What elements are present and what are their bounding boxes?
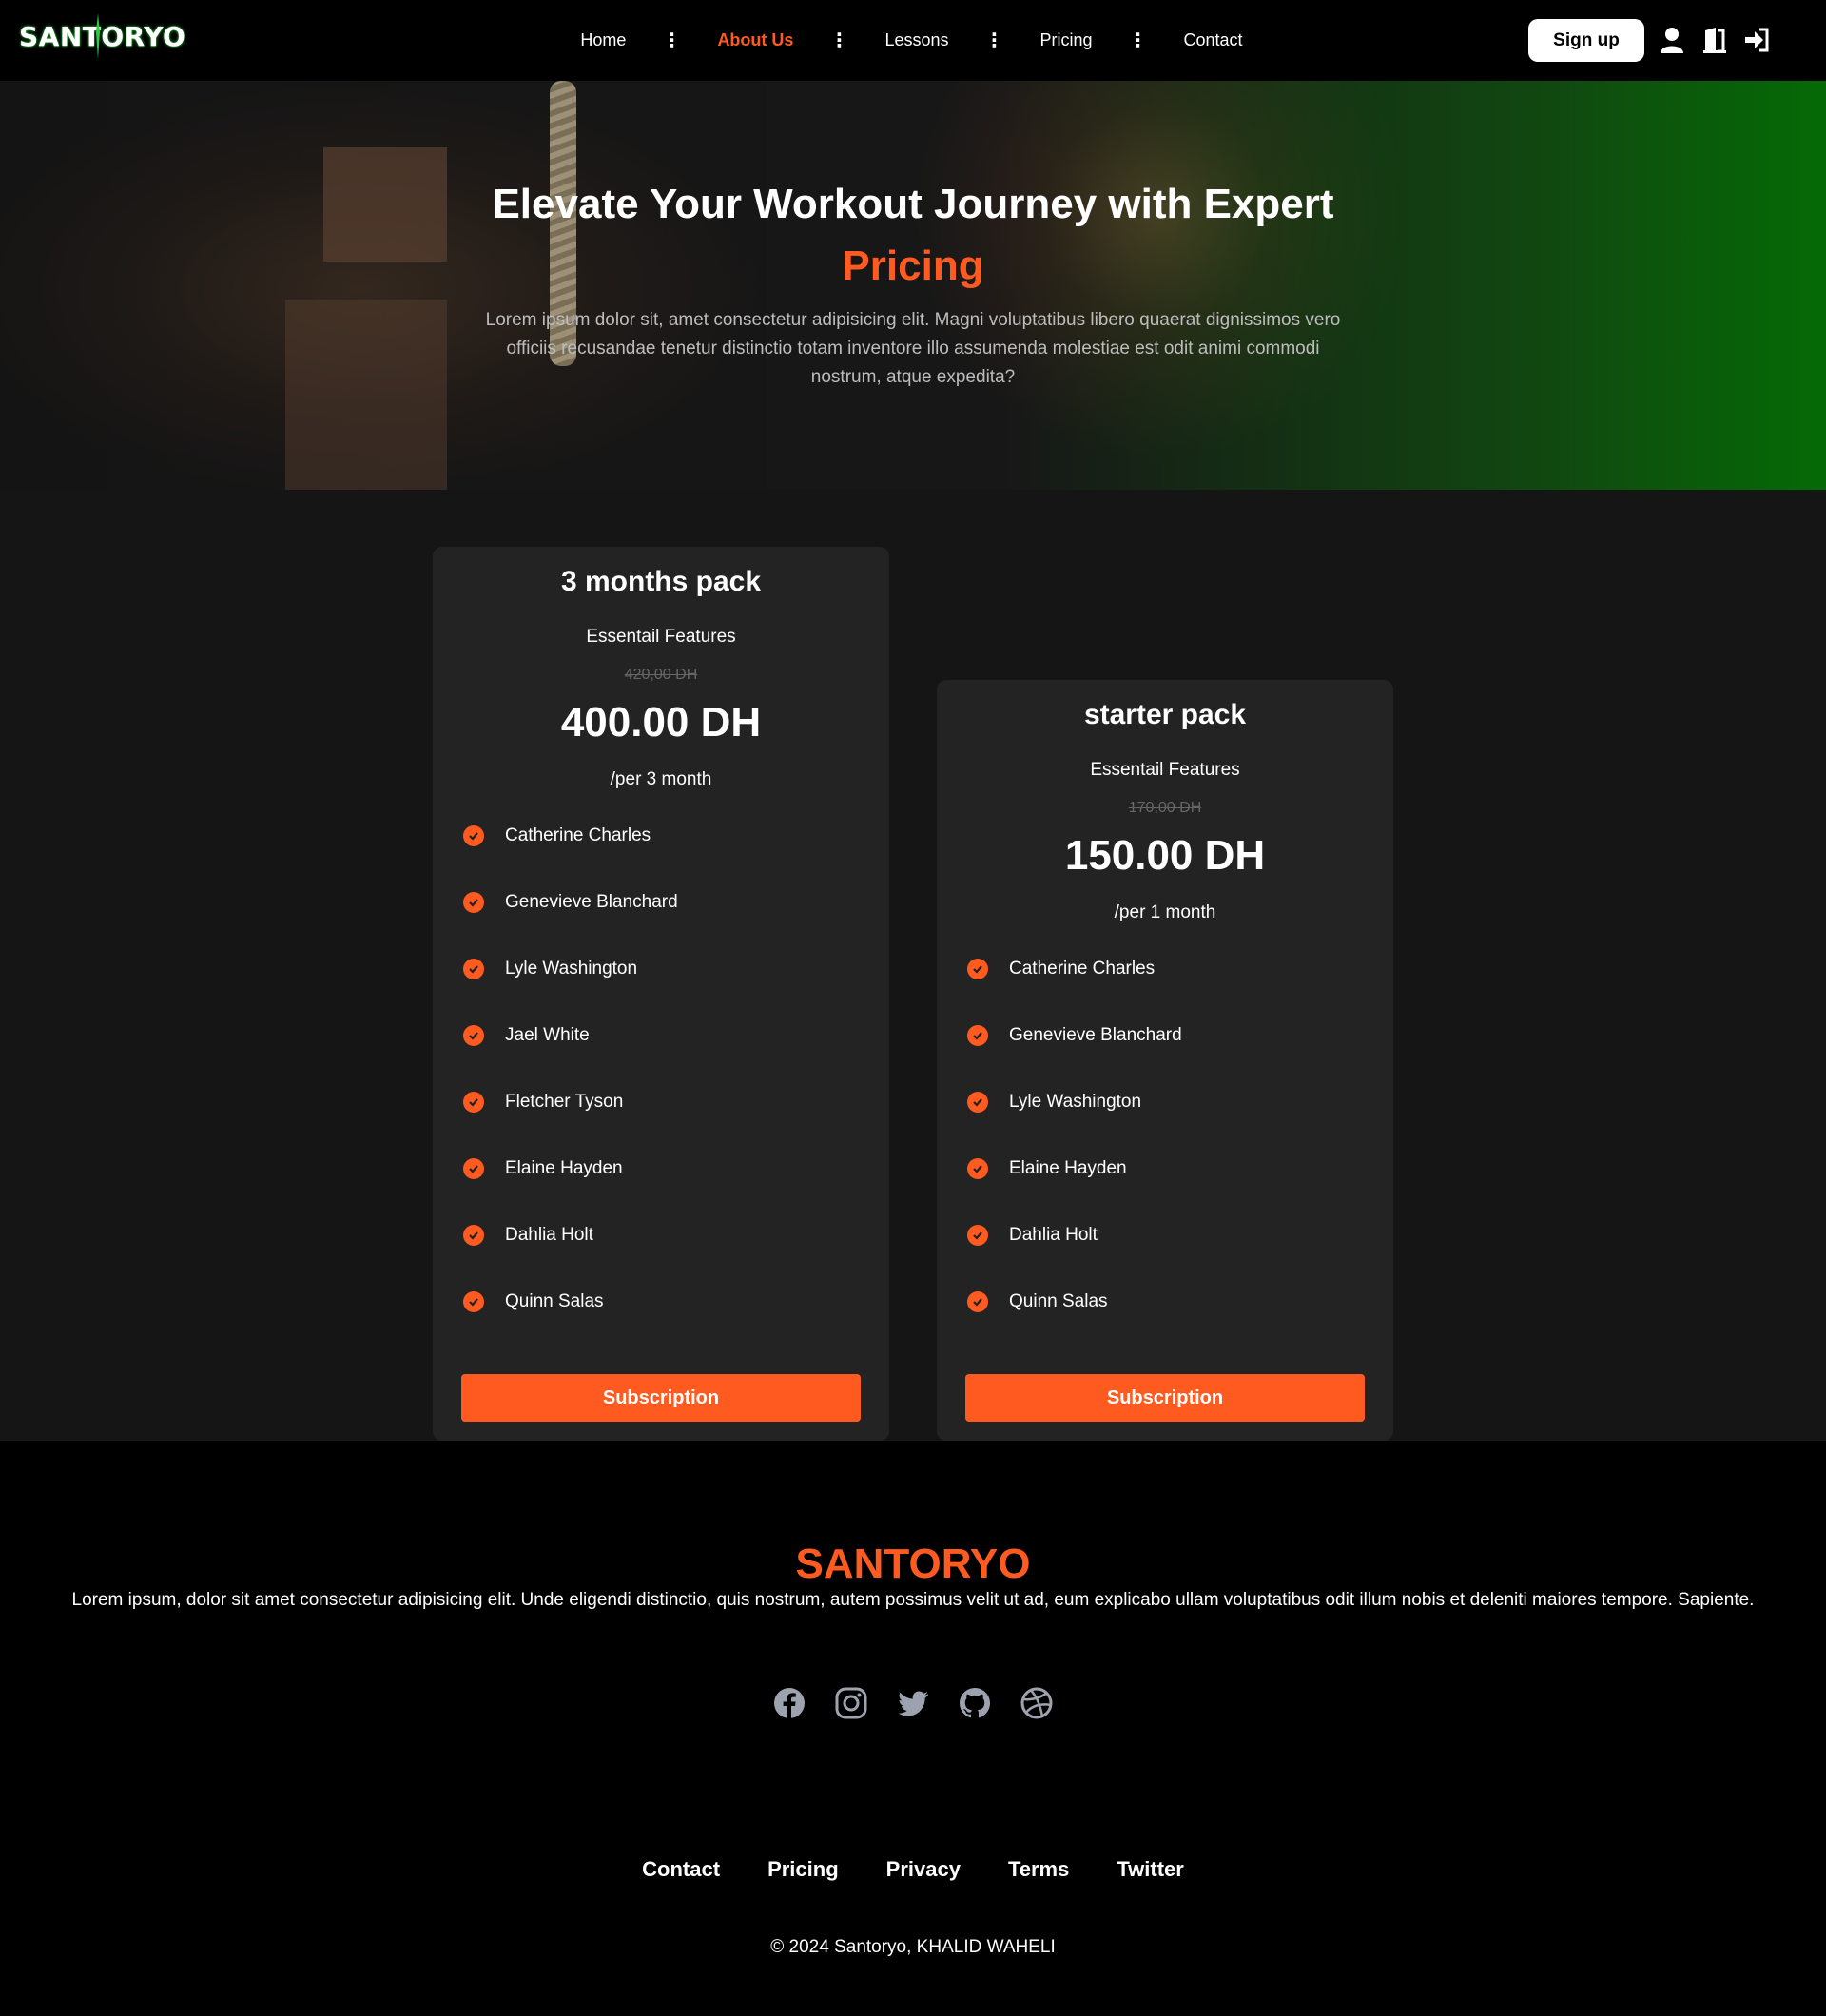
hero-description: Lorem ipsum dolor sit, amet consectetur …: [485, 310, 1341, 387]
nav-about-us[interactable]: About Us: [717, 30, 793, 50]
twitter-icon[interactable]: [896, 1686, 930, 1720]
footer-link-pricing[interactable]: Pricing: [767, 1857, 839, 1882]
pricing-section: 3 months pack Essentail Features 420,00 …: [0, 490, 1826, 1441]
login-icon[interactable]: [1744, 27, 1769, 53]
feature-label: Lyle Washington: [1009, 1092, 1142, 1112]
feature-label: Catherine Charles: [505, 825, 651, 845]
feature-item: Genevieve Blanchard: [967, 1022, 1182, 1049]
check-icon: [967, 1158, 988, 1179]
footer-nav: Contact Pricing Privacy Terms Twitter: [0, 1857, 1826, 1882]
nav-separator-icon: ⋮: [662, 29, 682, 51]
feature-item: Elaine Hayden: [967, 1155, 1127, 1182]
instagram-icon[interactable]: [834, 1686, 868, 1720]
check-icon: [967, 959, 988, 979]
signup-button[interactable]: Sign up: [1528, 19, 1644, 62]
nav-pricing[interactable]: Pricing: [1039, 30, 1092, 50]
feature-item: Lyle Washington: [463, 956, 637, 982]
footer-link-contact[interactable]: Contact: [642, 1857, 720, 1882]
feature-label: Lyle Washington: [505, 959, 638, 979]
feature-item: Genevieve Blanchard: [463, 889, 678, 916]
feature-label: Catherine Charles: [1009, 959, 1156, 979]
plan-old-price: 420,00 DH: [624, 667, 698, 683]
feature-label: Quinn Salas: [1009, 1291, 1108, 1311]
plan-subtitle: Essentail Features: [1090, 760, 1240, 780]
check-icon: [463, 1158, 484, 1179]
feature-item: Fletcher Tyson: [463, 1089, 623, 1115]
check-icon: [463, 1092, 484, 1113]
facebook-icon[interactable]: [772, 1686, 806, 1720]
feature-item: Dahlia Holt: [463, 1222, 593, 1249]
feature-item: Catherine Charles: [463, 823, 651, 849]
check-icon: [967, 1291, 988, 1312]
pricing-card-3-months: 3 months pack Essentail Features 420,00 …: [433, 547, 889, 1441]
plan-name: 3 months pack: [560, 566, 762, 597]
feature-item: Quinn Salas: [463, 1289, 604, 1315]
check-icon: [463, 825, 484, 846]
nav-lessons[interactable]: Lessons: [884, 30, 948, 50]
check-icon: [967, 1225, 988, 1246]
plan-price: 150.00 DH: [1064, 832, 1266, 879]
feature-label: Dahlia Holt: [1009, 1225, 1098, 1245]
user-icon[interactable]: [1660, 27, 1684, 53]
feature-label: Jael White: [505, 1025, 590, 1045]
dribbble-icon[interactable]: [1020, 1686, 1054, 1720]
feature-item: Lyle Washington: [967, 1089, 1141, 1115]
plan-name: starter pack: [1083, 699, 1247, 730]
footer-link-twitter[interactable]: Twitter: [1117, 1857, 1183, 1882]
plan-old-price: 170,00 DH: [1128, 800, 1202, 816]
footer-description: Lorem ipsum, dolor sit amet consectetur …: [71, 1590, 1755, 1610]
feature-label: Dahlia Holt: [505, 1225, 593, 1245]
navbar: SANTORYO Home ⋮ About Us ⋮ Lessons ⋮ Pri…: [0, 0, 1826, 81]
footer-link-terms[interactable]: Terms: [1008, 1857, 1069, 1882]
check-icon: [967, 1092, 988, 1113]
footer-link-privacy[interactable]: Privacy: [886, 1857, 961, 1882]
door-icon[interactable]: [1702, 27, 1727, 53]
check-icon: [463, 1291, 484, 1312]
footer: SANTORYO Lorem ipsum, dolor sit amet con…: [0, 1441, 1826, 2016]
footer-brand: SANTORYO: [795, 1541, 1031, 1587]
plan-period: /per 1 month: [1114, 902, 1216, 922]
check-icon: [463, 892, 484, 913]
check-icon: [967, 1025, 988, 1046]
feature-label: Genevieve Blanchard: [505, 892, 678, 912]
feature-label: Elaine Hayden: [1009, 1158, 1127, 1178]
github-icon[interactable]: [958, 1686, 992, 1720]
feature-label: Fletcher Tyson: [505, 1092, 624, 1112]
plan-period: /per 3 month: [610, 769, 712, 789]
hero-banner: Elevate Your Workout Journey with Expert…: [0, 81, 1826, 490]
check-icon: [463, 1225, 484, 1246]
plan-subtitle: Essentail Features: [586, 627, 736, 647]
copyright: © 2024 Santoryo, KHALID WAHELI: [770, 1937, 1056, 1957]
nav-separator-icon: ⋮: [984, 29, 1004, 51]
feature-item: Catherine Charles: [967, 956, 1155, 982]
subscription-button[interactable]: Subscription: [965, 1374, 1365, 1422]
hero-box: [285, 300, 447, 490]
check-icon: [463, 1025, 484, 1046]
feature-label: Genevieve Blanchard: [1009, 1025, 1182, 1045]
feature-label: Quinn Salas: [505, 1291, 604, 1311]
feature-item: Jael White: [463, 1022, 590, 1049]
nav-home[interactable]: Home: [580, 30, 626, 50]
nav-separator-icon: ⋮: [829, 29, 849, 51]
pricing-card-starter: starter pack Essentail Features 170,00 D…: [937, 680, 1393, 1441]
feature-label: Elaine Hayden: [505, 1158, 623, 1178]
nav-contact[interactable]: Contact: [1184, 30, 1243, 50]
plan-price: 400.00 DH: [560, 699, 762, 746]
check-icon: [463, 959, 484, 979]
nav-separator-icon: ⋮: [1128, 29, 1148, 51]
feature-item: Elaine Hayden: [463, 1155, 623, 1182]
hero-title: Elevate Your Workout Journey with Expert: [492, 181, 1334, 227]
feature-item: Quinn Salas: [967, 1289, 1108, 1315]
feature-item: Dahlia Holt: [967, 1222, 1098, 1249]
subscription-button[interactable]: Subscription: [461, 1374, 861, 1422]
hero-title-accent: Pricing: [842, 242, 984, 289]
